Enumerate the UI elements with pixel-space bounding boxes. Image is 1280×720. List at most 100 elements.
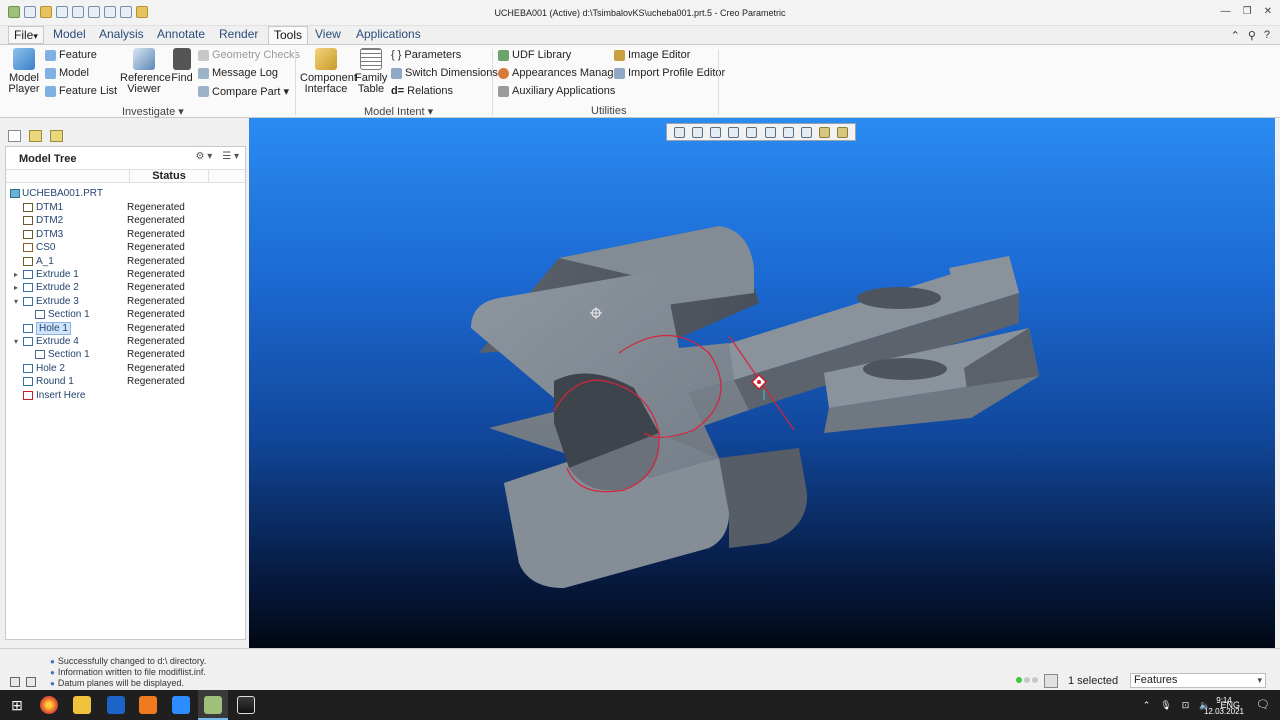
feature-button[interactable]: Feature [45, 49, 97, 61]
zoom-icon[interactable] [172, 696, 190, 714]
creo-parametric-icon[interactable] [204, 696, 222, 714]
tree-item-status: Regenerated [127, 202, 185, 213]
microphone-icon[interactable]: 🎙 [1160, 700, 1171, 711]
selection-filter-select[interactable]: Features [1130, 673, 1266, 688]
toggle-browser-icon[interactable] [26, 677, 36, 687]
tree-row[interactable]: Hole 1 Regenerated [6, 321, 245, 335]
feature-icon [45, 49, 56, 61]
relations-button[interactable]: d= Relations [391, 85, 453, 97]
expand-icon[interactable]: ▸ [14, 268, 18, 281]
navigator-tabs [8, 130, 63, 142]
tree-row[interactable]: Hole 2 Regenerated [6, 362, 245, 375]
feature-list-button[interactable]: Feature List [45, 85, 117, 97]
search-icon[interactable]: ⚲ [1248, 29, 1256, 42]
tab-render[interactable]: Render [214, 26, 263, 44]
compare-part-icon [198, 86, 209, 97]
tab-tools[interactable]: Tools [268, 26, 309, 44]
tree-item-label: Extrude 3 [36, 295, 79, 307]
find-button[interactable]: Find [171, 48, 193, 84]
tree-row[interactable]: Round 1 Regenerated [6, 375, 245, 388]
tree-row[interactable]: Insert Here [6, 389, 245, 402]
collapse-icon[interactable]: ▾ [14, 295, 18, 308]
status-bar: Successfully changed to d:\ directory. I… [0, 648, 1280, 690]
model-tree-tab-icon[interactable] [8, 130, 21, 142]
tree-row[interactable]: Section 1 Regenerated [6, 308, 245, 321]
import-profile-editor-button[interactable]: Import Profile Editor [614, 67, 725, 79]
tab-file[interactable]: File▾ [8, 26, 44, 44]
message-log-button[interactable]: Message Log [198, 67, 278, 79]
file-explorer-icon[interactable] [73, 696, 91, 714]
round-icon [23, 377, 33, 387]
tree-row[interactable]: A_1 Regenerated [6, 255, 245, 268]
smart-selection-icon[interactable] [1044, 674, 1058, 688]
switch-dimensions-button[interactable]: Switch Dimensions [391, 67, 498, 79]
geometry-checks-icon [198, 49, 209, 61]
component-interface-button[interactable]: Component Interface [300, 48, 357, 95]
regeneration-status-icon [1016, 677, 1038, 683]
app-icon[interactable] [139, 696, 157, 714]
status-column-header[interactable]: Status [129, 170, 209, 183]
close-button[interactable]: ✕ [1264, 6, 1272, 17]
tree-settings-icon[interactable]: ⚙ ▾ [195, 151, 212, 162]
auxiliary-applications-button[interactable]: Auxiliary Applications [498, 85, 615, 97]
tree-item-status: Regenerated [127, 376, 185, 388]
tree-row[interactable]: DTM2 Regenerated [6, 214, 245, 227]
datum-plane-icon [23, 216, 33, 226]
import-profile-editor-icon [614, 67, 625, 79]
model-intent-group-label[interactable]: Model Intent ▾ [364, 105, 433, 118]
outlook-icon[interactable] [107, 696, 125, 714]
graphics-window[interactable] [249, 118, 1275, 648]
favorites-tab-icon[interactable] [50, 130, 63, 142]
tree-row[interactable]: DTM1 Regenerated [6, 201, 245, 214]
parameters-button[interactable]: { } Parameters [391, 49, 461, 61]
tab-view[interactable]: View [310, 26, 346, 44]
show-menu-icon[interactable]: ☰ ▾ [222, 151, 239, 162]
pencil-icon [614, 49, 625, 61]
auxiliary-applications-icon [498, 85, 509, 97]
tree-root-row[interactable]: UCHEBA001.PRT [6, 187, 245, 200]
network-icon[interactable]: ⊡ [1182, 700, 1190, 711]
collapse-icon[interactable]: ▾ [14, 335, 18, 348]
tree-item-label: DTM3 [36, 228, 64, 240]
investigate-group-label[interactable]: Investigate ▾ [122, 105, 184, 118]
notifications-icon[interactable]: 🗨 [1256, 698, 1270, 711]
extrude-icon [23, 270, 33, 279]
chevron-down-icon: ▾ [283, 86, 290, 98]
tab-applications[interactable]: Applications [351, 26, 426, 44]
reference-viewer-button[interactable]: Reference Viewer [120, 48, 171, 95]
model-player-button[interactable]: Model Player [8, 48, 40, 95]
tree-row[interactable]: ▸ Extrude 2 Regenerated [6, 281, 245, 294]
collapse-ribbon-icon[interactable]: ⌃ [1231, 29, 1240, 42]
tree-item-label: Hole 1 [36, 321, 71, 335]
ribbon: Model Player Feature Model Feature List … [0, 44, 1280, 118]
message-line: Information written to file modiflist.in… [50, 667, 206, 677]
restore-button[interactable]: ❐ [1243, 6, 1252, 17]
compare-part-button[interactable]: Compare Part ▾ [198, 85, 289, 98]
tab-annotate[interactable]: Annotate [152, 26, 210, 44]
family-table-button[interactable]: Family Table [355, 48, 387, 95]
tree-row[interactable]: ▾ Extrude 4 Regenerated [6, 335, 245, 348]
model-button[interactable]: Model [45, 67, 89, 79]
start-icon[interactable]: ⊞ [8, 696, 26, 714]
appearances-manager-button[interactable]: Appearances Manager [498, 67, 623, 79]
selection-count: 1 selected [1068, 675, 1119, 687]
tab-model[interactable]: Model [48, 26, 91, 44]
image-editor-button[interactable]: Image Editor [614, 49, 690, 61]
chevron-up-icon[interactable]: ⌃ [1143, 700, 1151, 711]
toggle-navigator-icon[interactable] [10, 677, 20, 687]
tree-row[interactable]: DTM3 Regenerated [6, 228, 245, 241]
tree-row[interactable]: ▾ Extrude 3 Regenerated [6, 295, 245, 308]
firefox-icon[interactable] [40, 696, 58, 714]
tree-item-label: Section 1 [48, 349, 90, 361]
folder-browser-tab-icon[interactable] [29, 130, 42, 142]
clock[interactable]: 9:14 12.03.2021 [1204, 695, 1244, 717]
tree-row[interactable]: CS0 Regenerated [6, 241, 245, 254]
tab-analysis[interactable]: Analysis [94, 26, 149, 44]
expand-icon[interactable]: ▸ [14, 281, 18, 294]
tree-row[interactable]: Section 1 Regenerated [6, 348, 245, 361]
udf-library-button[interactable]: UDF Library [498, 49, 571, 61]
minimize-button[interactable]: — [1221, 6, 1231, 17]
tree-row[interactable]: ▸ Extrude 1 Regenerated [6, 268, 245, 281]
help-icon[interactable]: ? [1264, 29, 1270, 42]
photos-icon[interactable] [237, 696, 255, 714]
